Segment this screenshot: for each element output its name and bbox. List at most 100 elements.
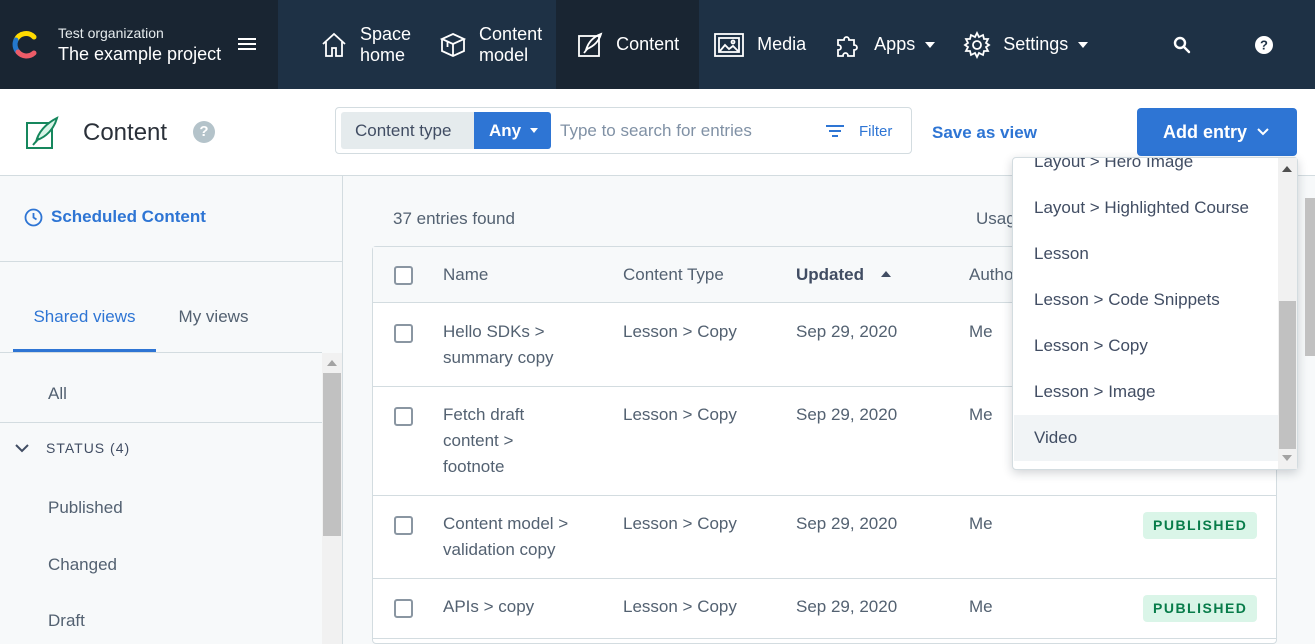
nav-content[interactable]: Content	[556, 0, 700, 89]
divider	[0, 352, 322, 353]
content-type-select[interactable]: Any	[474, 112, 551, 149]
usage-label: Usag	[976, 209, 1016, 228]
nav-apps-label: Apps	[874, 34, 916, 54]
home-icon	[322, 32, 346, 57]
contentful-logo-icon	[12, 30, 37, 58]
entry-content-type: Lesson > Copy	[623, 514, 737, 533]
help-icon[interactable]: ?	[193, 121, 215, 143]
entry-content-type: Lesson > Copy	[623, 322, 737, 341]
dropdown-item-layout-highlighted-course[interactable]: Layout > Highlighted Course	[1014, 185, 1279, 231]
scroll-up-arrow-icon[interactable]	[1282, 166, 1292, 172]
nav-content-label: Content	[616, 34, 680, 54]
clock-icon	[24, 208, 43, 226]
row-checkbox[interactable]	[394, 407, 413, 426]
entry-updated: Sep 29, 2020	[796, 597, 898, 616]
entry-name[interactable]: Fetch draft content > footnote	[443, 402, 524, 480]
nav-content-model-label: Content model	[479, 23, 543, 65]
search-input[interactable]	[560, 115, 810, 147]
dropdown-item-video[interactable]: Video	[1014, 415, 1279, 461]
entry-name[interactable]: Hello SDKs > summary copy	[443, 319, 554, 371]
project-name: The example project	[58, 43, 222, 64]
view-changed[interactable]: Changed	[48, 555, 117, 575]
add-entry-label: Add entry	[1163, 122, 1248, 142]
filter-button[interactable]: Filter	[825, 115, 892, 147]
save-as-view-link[interactable]: Save as view	[932, 121, 1037, 145]
nav-help-button[interactable]: ?	[1234, 0, 1294, 89]
dropdown-item-lesson-code-snippets[interactable]: Lesson > Code Snippets	[1014, 277, 1279, 323]
nav-space-home[interactable]: Space home	[306, 0, 425, 89]
view-draft[interactable]: Draft	[48, 611, 85, 631]
entry-content-type: Lesson > Copy	[623, 405, 737, 424]
dropdown-item-lesson-image[interactable]: Lesson > Image	[1014, 369, 1279, 415]
content-model-icon	[439, 32, 467, 57]
nav-settings[interactable]: Settings	[949, 0, 1102, 89]
scroll-up-arrow-icon[interactable]	[327, 360, 337, 366]
dropdown-item-lesson-copy[interactable]: Lesson > Copy	[1014, 323, 1279, 369]
help-icon: ?	[1255, 35, 1274, 54]
entry-updated: Sep 29, 2020	[796, 405, 898, 424]
tab-my-views[interactable]: My views	[156, 294, 271, 352]
add-entry-button[interactable]: Add entry	[1137, 108, 1297, 156]
nav-apps[interactable]: Apps	[820, 0, 949, 89]
column-header-name[interactable]: Name	[443, 265, 488, 285]
page-scrollbar-thumb[interactable]	[1305, 198, 1315, 356]
row-checkbox[interactable]	[394, 324, 413, 343]
row-checkbox[interactable]	[394, 599, 413, 618]
content-pen-icon	[26, 116, 59, 149]
divider	[0, 261, 342, 262]
view-published[interactable]: Published	[48, 498, 123, 518]
column-header-content-type[interactable]: Content Type	[623, 265, 724, 285]
add-entry-dropdown: Layout > Hero Image Layout > Highlighted…	[1012, 157, 1298, 470]
content-type-label: Content type	[341, 112, 474, 149]
gear-icon	[963, 30, 991, 59]
page-title: Content	[83, 119, 168, 146]
divider	[0, 422, 322, 423]
entry-author: Me	[969, 514, 993, 533]
filter-label: Filter	[859, 122, 893, 140]
entry-name[interactable]: APIs > copy	[443, 594, 534, 620]
entry-content-type: Lesson > Copy	[623, 597, 737, 616]
view-all[interactable]: All	[48, 384, 67, 404]
filter-icon	[826, 125, 844, 137]
column-header-updated[interactable]: Updated	[796, 265, 864, 285]
sidebar-scrollbar-thumb[interactable]	[323, 373, 341, 536]
hamburger-icon[interactable]	[237, 35, 257, 53]
divider	[373, 638, 1276, 639]
chevron-down-icon	[530, 128, 538, 133]
status-group-toggle[interactable]: STATUS (4)	[14, 440, 130, 456]
row-checkbox[interactable]	[394, 516, 413, 535]
select-all-checkbox[interactable]	[394, 266, 413, 285]
status-group-label: STATUS (4)	[46, 440, 131, 456]
dropdown-item-lesson[interactable]: Lesson	[1014, 231, 1279, 277]
scheduled-content-link[interactable]: Scheduled Content	[24, 207, 206, 227]
nav-media[interactable]: Media	[699, 0, 820, 89]
scroll-down-arrow-icon[interactable]	[1282, 455, 1292, 461]
top-navigation: Test organization The example project Sp…	[0, 0, 1315, 89]
dropdown-scrollbar-thumb[interactable]	[1279, 301, 1296, 449]
chevron-down-icon	[925, 41, 936, 48]
organization-switcher[interactable]: Test organization The example project	[0, 0, 278, 89]
nav-content-model[interactable]: Content model	[425, 0, 556, 89]
nav-media-label: Media	[757, 34, 807, 54]
entries-count: 37 entries found	[393, 209, 515, 228]
search-icon	[1174, 36, 1191, 53]
entry-author: Me	[969, 322, 993, 341]
pen-icon	[578, 32, 603, 57]
dropdown-item-layout-hero-image[interactable]: Layout > Hero Image	[1014, 158, 1279, 185]
entry-updated: Sep 29, 2020	[796, 514, 898, 533]
tab-shared-views[interactable]: Shared views	[13, 294, 156, 352]
nav-settings-label: Settings	[1003, 34, 1069, 54]
nav-space-home-label: Space home	[360, 23, 412, 65]
divider	[373, 578, 1276, 579]
chevron-down-icon	[1257, 128, 1269, 136]
scheduled-content-label: Scheduled Content	[51, 207, 206, 226]
column-header-author[interactable]: Autho	[969, 265, 1013, 285]
entry-author: Me	[969, 597, 993, 616]
entry-updated: Sep 29, 2020	[796, 322, 898, 341]
media-icon	[714, 32, 745, 57]
svg-text:?: ?	[1260, 37, 1268, 52]
nav-search-button[interactable]	[1152, 0, 1212, 89]
chevron-down-icon	[15, 444, 29, 453]
entry-name[interactable]: Content model > validation copy	[443, 511, 568, 563]
status-badge: PUBLISHED	[1143, 512, 1258, 539]
